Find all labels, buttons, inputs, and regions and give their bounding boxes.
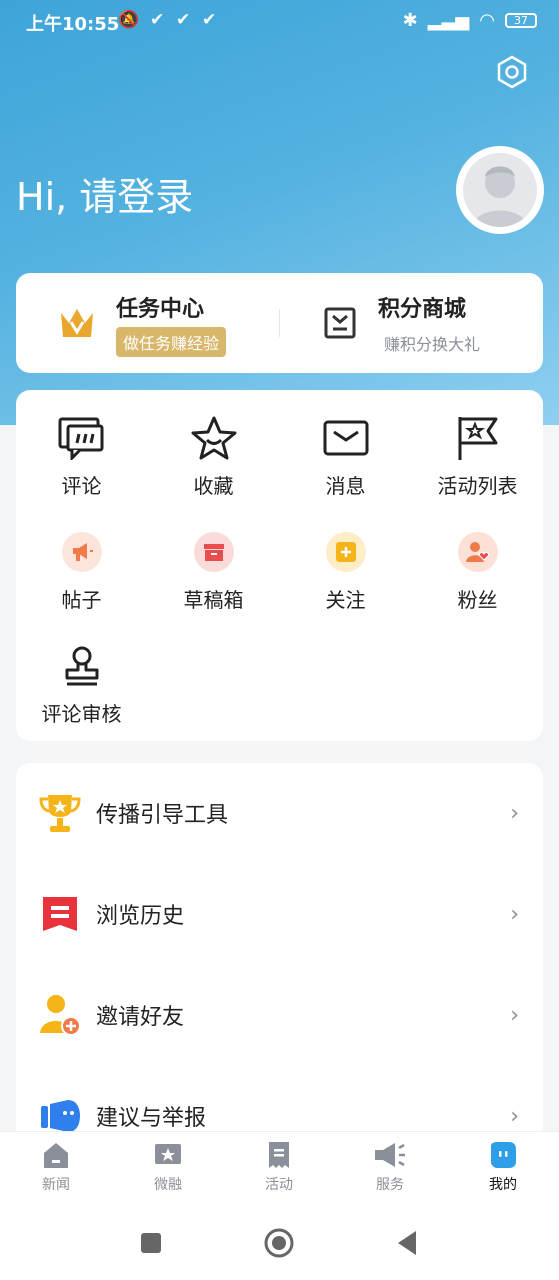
task-center-title: 任务中心 <box>116 297 205 322</box>
grid-item-label: 活动列表 <box>437 474 518 498</box>
grid-item-activity-list[interactable]: 活动列表 <box>412 414 543 514</box>
list-item-label: 浏览历史 <box>96 904 185 929</box>
grid-item-messages[interactable]: 消息 <box>280 414 411 514</box>
avatar[interactable] <box>456 146 544 234</box>
flag-icon <box>454 414 502 462</box>
back-icon[interactable] <box>396 1230 418 1260</box>
bluetooth-icon: ✱ <box>402 10 418 31</box>
grid-item-label: 消息 <box>325 474 366 498</box>
check-icon: ✔ <box>202 10 217 30</box>
list-item-history[interactable]: 浏览历史 › <box>16 864 543 964</box>
check-icon: ✔ <box>150 10 165 30</box>
crown-icon <box>58 305 96 345</box>
mute-icon: 🔕 <box>118 10 140 30</box>
grid-item-favorites[interactable]: 收藏 <box>148 414 279 514</box>
tab-label: 微融 <box>154 1177 182 1193</box>
star-icon <box>190 414 238 462</box>
task-center-button[interactable]: 任务中心 做任务赚经验 <box>16 273 279 373</box>
tab-weirong[interactable]: 微融 <box>123 1140 213 1194</box>
fans-icon <box>454 528 502 576</box>
points-mall-subtitle: 赚积分换大礼 <box>384 335 481 354</box>
tab-label: 新闻 <box>42 1177 70 1193</box>
comment-icon <box>58 414 106 462</box>
megaphone-icon <box>58 528 106 576</box>
list-item-label: 邀请好友 <box>96 1005 185 1030</box>
points-mall-button[interactable]: 积分商城 赚积分换大礼 <box>280 273 543 373</box>
grid-item-label: 关注 <box>325 588 366 612</box>
list-item-invite-friends[interactable]: 邀请好友 › <box>16 965 543 1065</box>
grid-item-fans[interactable]: 粉丝 <box>412 528 543 628</box>
me-icon <box>491 1142 516 1168</box>
task-center-tag: 做任务赚经验 <box>116 327 227 357</box>
chevron-right-icon: › <box>510 901 519 927</box>
tab-label: 活动 <box>265 1177 293 1193</box>
follow-icon <box>322 528 370 576</box>
battery-icon: 37 <box>505 13 537 28</box>
list-item-label: 传播引导工具 <box>96 803 229 828</box>
grid-item-label: 评论 <box>61 474 102 498</box>
grid-item-posts[interactable]: 帖子 <box>16 528 147 628</box>
receipt-icon <box>269 1142 289 1168</box>
list-item-label: 建议与举报 <box>96 1106 207 1131</box>
settings-gear-icon[interactable] <box>494 54 530 90</box>
grid-item-comment-review[interactable]: 评论审核 <box>16 642 147 742</box>
signal-icon: ▂▃▅ <box>427 10 470 31</box>
system-navigation-bar <box>0 1206 559 1280</box>
trophy-icon <box>38 791 82 835</box>
shopping-bag-icon <box>322 305 358 345</box>
grid-item-drafts[interactable]: 草稿箱 <box>148 528 279 628</box>
star-box-icon <box>155 1144 181 1164</box>
tab-news[interactable]: 新闻 <box>11 1140 101 1194</box>
grid-item-comment[interactable]: 评论 <box>16 414 147 514</box>
grid-item-label: 帖子 <box>61 588 102 612</box>
tab-label: 我的 <box>489 1177 517 1193</box>
mail-icon <box>322 414 370 462</box>
grid-item-label: 收藏 <box>193 474 234 498</box>
tab-service[interactable]: 服务 <box>345 1140 435 1194</box>
grid-item-label: 粉丝 <box>457 588 498 612</box>
invite-user-icon <box>38 993 82 1037</box>
quick-entry-card: 任务中心 做任务赚经验 积分商城 赚积分换大礼 <box>16 273 543 373</box>
recent-apps-icon[interactable] <box>140 1232 162 1258</box>
chevron-right-icon: › <box>510 1002 519 1028</box>
points-mall-title: 积分商城 <box>378 297 467 322</box>
bottom-tab-bar: 新闻 微融 活动 服务 我的 <box>0 1131 559 1207</box>
grid-item-label: 草稿箱 <box>183 588 244 612</box>
draft-box-icon <box>190 528 238 576</box>
status-time: 上午10:55 <box>26 14 120 35</box>
check-icon: ✔ <box>176 10 191 30</box>
wifi-icon: ◠ <box>479 10 495 31</box>
login-greeting[interactable]: Hi, 请登录 <box>16 166 193 221</box>
grid-item-label: 评论审核 <box>41 702 122 726</box>
home-button-icon[interactable] <box>264 1228 294 1262</box>
status-bar: 上午10:55 🔕 ✔ ✔ ✔ ✱ ▂▃▅ ◠ 37 <box>0 0 559 44</box>
function-grid: 评论 收藏 消息 活动列表 帖子 草稿箱 关注 粉丝 评论审核 <box>16 390 543 741</box>
speaker-icon <box>375 1143 405 1167</box>
grid-item-following[interactable]: 关注 <box>280 528 411 628</box>
stamp-icon <box>58 642 106 690</box>
tab-activity[interactable]: 活动 <box>234 1140 324 1194</box>
chevron-right-icon: › <box>510 800 519 826</box>
chevron-right-icon: › <box>510 1103 519 1129</box>
history-icon <box>38 892 82 936</box>
tab-me[interactable]: 我的 <box>458 1140 548 1194</box>
tab-label: 服务 <box>376 1177 404 1193</box>
home-icon <box>44 1143 68 1168</box>
list-item-spread-tools[interactable]: 传播引导工具 › <box>16 763 543 863</box>
